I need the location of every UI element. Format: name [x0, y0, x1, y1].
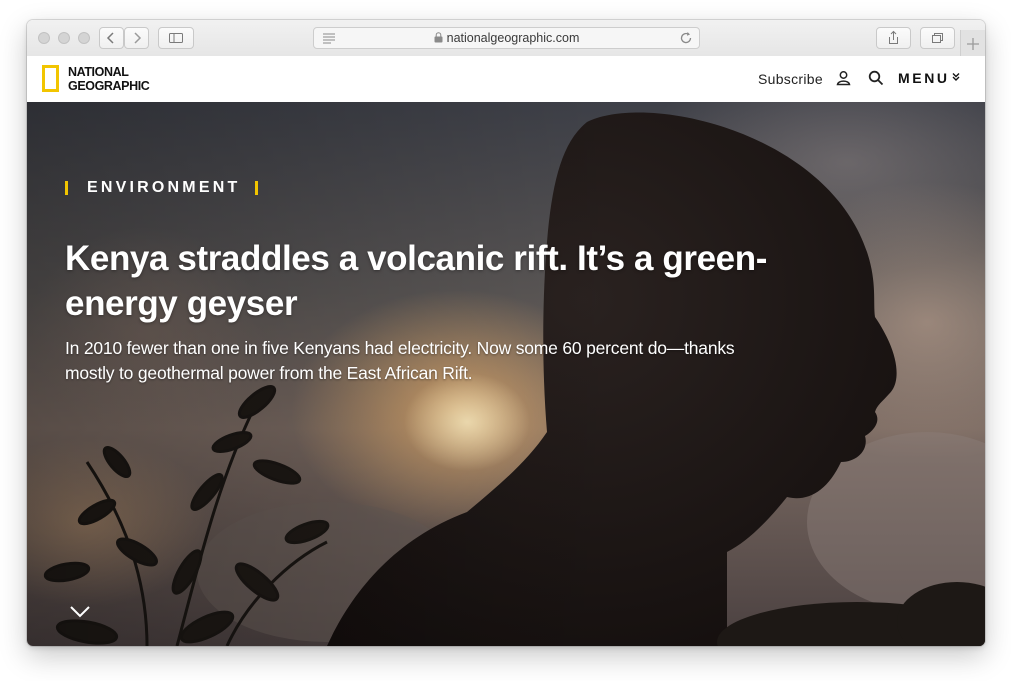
menu-button[interactable]: MENU: [898, 70, 961, 86]
new-tab-button[interactable]: [960, 30, 985, 56]
reload-icon[interactable]: [679, 31, 693, 45]
site-header: NATIONAL GEOGRAPHIC Subscribe MENU: [27, 56, 985, 102]
search-icon[interactable]: [868, 70, 884, 86]
forward-button[interactable]: [124, 27, 149, 49]
plus-icon: [967, 38, 979, 50]
close-window-button[interactable]: [38, 32, 50, 44]
url-label: nationalgeographic.com: [446, 31, 580, 45]
kicker-label: ENVIRONMENT: [87, 179, 241, 196]
article-headline: Kenya straddles a volcanic rift. It’s a …: [65, 239, 767, 323]
share-button[interactable]: [876, 27, 911, 49]
menu-label: MENU: [898, 70, 950, 86]
article-dek: In 2010 fewer than one in five Kenyans h…: [65, 338, 735, 383]
browser-toolbar: nationalgeographic.com: [27, 20, 985, 57]
kicker-bar-right: [255, 181, 258, 195]
logo-frame-icon: [42, 65, 59, 92]
hero-image: ENVIRONMENT Kenya straddles a volcanic r…: [27, 102, 985, 646]
logo-line-1: NATIONAL: [68, 65, 129, 79]
back-arrow-icon: [106, 32, 114, 44]
tabs-icon: [932, 33, 943, 43]
browser-window: nationalgeographic.com NATIONAL GEOGRAPH…: [27, 20, 985, 646]
user-icon[interactable]: [836, 70, 851, 86]
logo-line-2: GEOGRAPHIC: [68, 78, 150, 93]
lock-icon: [434, 32, 443, 43]
forward-arrow-icon: [134, 32, 142, 44]
kicker-bar-left: [65, 181, 68, 195]
url-text: nationalgeographic.com: [314, 31, 699, 45]
zoom-window-button[interactable]: [78, 32, 90, 44]
chevron-down-icon[interactable]: [69, 605, 91, 619]
address-bar[interactable]: nationalgeographic.com: [313, 27, 700, 49]
subscribe-link[interactable]: Subscribe: [758, 71, 823, 87]
sidebar-icon: [169, 33, 183, 43]
menu-chevron-icon: [952, 73, 960, 81]
back-button[interactable]: [99, 27, 124, 49]
minimize-window-button[interactable]: [58, 32, 70, 44]
sidebar-button[interactable]: [158, 27, 194, 49]
logo-wordmark: NATIONAL GEOGRAPHIC: [68, 65, 150, 93]
tabs-overview-button[interactable]: [920, 27, 955, 49]
share-icon: [889, 30, 898, 44]
